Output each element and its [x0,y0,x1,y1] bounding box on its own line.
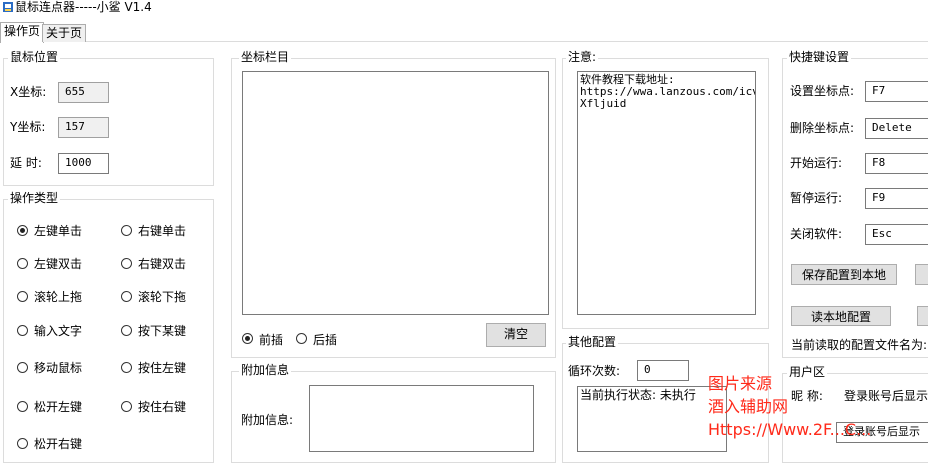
operation-radio[interactable] [121,258,132,269]
hotkey-label: 暂停运行: [790,191,843,205]
notice-line: Xfljuid [580,97,627,110]
extra-info-title: 附加信息 [239,363,292,377]
operation-label: 移动鼠标 [34,361,83,375]
hotkey-label: 设置坐标点: [790,84,855,98]
extra-info-label: 附加信息: [241,413,294,427]
operation-radio[interactable] [17,401,28,412]
tab-about[interactable]: 关于页 [42,24,87,42]
hotkey-field[interactable]: F8 [865,153,928,174]
load-config-button[interactable]: 读本地配置 [791,306,891,326]
hotkey-label: 删除坐标点: [790,121,855,135]
watermark-line: Https://Www.2F...C... [708,420,872,439]
insert-front-radio[interactable] [242,333,253,344]
operation-radio[interactable] [121,362,132,373]
operation-radio[interactable] [17,325,28,336]
notice-title: 注意: [566,50,599,64]
operation-radio[interactable] [17,291,28,302]
delay-label: 延 时: [10,156,42,170]
mouse-position-title: 鼠标位置 [8,50,61,64]
nickname-label: 昵 称: [791,389,823,403]
watermark-line: 图片来源 [708,374,773,393]
app-icon [3,2,13,12]
operation-label: 滚轮上拖 [34,290,83,304]
insert-front-label: 前插 [259,333,284,347]
operation-radio[interactable] [17,225,28,236]
operation-radio[interactable] [121,291,132,302]
operation-label: 右键单击 [138,224,187,238]
y-coordinate-field[interactable]: 157 [58,117,109,138]
watermark-line: 酒入辅助网 [708,397,789,416]
extra-info-field[interactable] [309,385,534,452]
operation-radio[interactable] [17,258,28,269]
operation-type-title: 操作类型 [8,191,61,205]
operation-label: 按下某键 [138,324,187,338]
notice-text[interactable]: 软件教程下载地址: https://wwa.lanzous.com/icvb X… [577,71,756,315]
operation-radio[interactable] [17,438,28,449]
operation-label: 滚轮下拖 [138,290,187,304]
insert-back-radio[interactable] [296,333,307,344]
clear-button[interactable]: 清空 [486,323,546,347]
hotkey-field[interactable]: F7 [865,81,928,102]
coord-list[interactable] [242,71,549,315]
operation-label: 输入文字 [34,324,83,338]
operation-radio[interactable] [17,362,28,373]
y-label: Y坐标: [10,120,46,134]
user-area-title: 用户区 [787,365,828,379]
user-area-group [782,373,928,463]
operation-label: 左键双击 [34,257,83,271]
status-text: 当前执行状态: 未执行 [580,388,696,402]
operation-label: 按住左键 [138,361,187,375]
window-title: 鼠标连点器-----小鲨 V1.4 [15,0,152,14]
clipped-button[interactable] [917,306,928,326]
current-config-label: 当前读取的配置文件名为: [791,338,928,352]
tab-operation[interactable]: 操作页 [0,22,45,43]
status-box: 当前执行状态: 未执行 [577,386,727,452]
operation-label: 右键双击 [138,257,187,271]
operation-radio[interactable] [121,225,132,236]
delay-field[interactable]: 1000 [58,153,109,174]
x-label: X坐标: [10,85,47,99]
hotkey-field[interactable]: Esc [865,224,928,245]
save-config-button[interactable]: 保存配置到本地 [791,264,897,285]
hotkey-label: 关闭软件: [790,227,843,241]
nickname-value: 登录账号后显示 [844,389,928,403]
loop-count-field[interactable]: 0 [637,360,689,381]
operation-label: 松开右键 [34,437,83,451]
other-config-title: 其他配置 [566,335,619,349]
loop-count-label: 循环次数: [568,364,621,378]
operation-radio[interactable] [121,401,132,412]
operation-label: 按住右键 [138,400,187,414]
x-coordinate-field[interactable]: 655 [58,82,109,103]
operation-label: 松开左键 [34,400,83,414]
tab-underline [0,41,928,42]
hotkey-label: 开始运行: [790,156,843,170]
operation-radio[interactable] [121,325,132,336]
insert-back-label: 后插 [313,333,338,347]
hotkeys-title: 快捷键设置 [787,50,852,64]
operation-label: 左键单击 [34,224,83,238]
hotkey-field[interactable]: F9 [865,188,928,209]
clipped-button[interactable] [915,264,928,285]
hotkey-field[interactable]: Delete [865,118,928,139]
coord-column-title: 坐标栏目 [239,50,292,64]
